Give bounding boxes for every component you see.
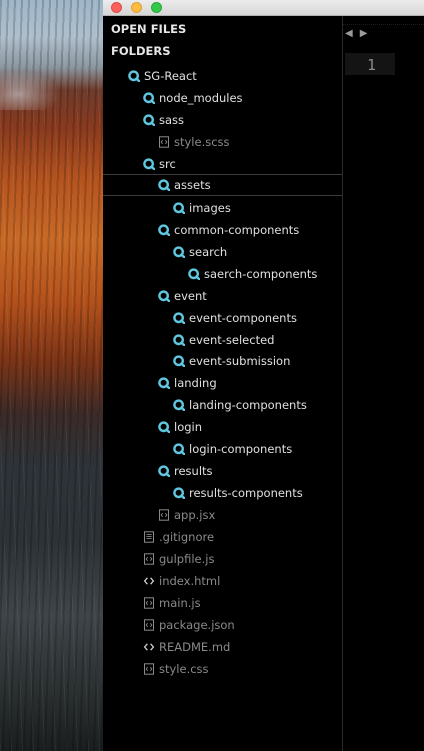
editor-pane[interactable]: ◀ ▶ 1 bbox=[343, 16, 424, 751]
folder-tree-item[interactable]: landing-components bbox=[103, 394, 342, 416]
folder-tree-item[interactable]: src bbox=[103, 153, 342, 175]
tree-item-label: results-components bbox=[189, 486, 303, 501]
tree-item-label: .gitignore bbox=[159, 530, 215, 545]
file-tree-item[interactable]: index.html bbox=[103, 570, 342, 592]
folder-tree-item[interactable]: common-components bbox=[103, 219, 342, 241]
file-tree-item[interactable]: app.jsx bbox=[103, 504, 342, 526]
line-number: 1 bbox=[367, 56, 377, 74]
file-tree-item[interactable]: style.scss bbox=[103, 131, 342, 153]
folder-tree-item[interactable]: sass bbox=[103, 109, 342, 131]
folder-icon bbox=[173, 246, 185, 258]
minimize-window-button[interactable] bbox=[131, 2, 142, 13]
tree-item-label: app.jsx bbox=[174, 508, 216, 523]
tree-item-label: main.js bbox=[159, 596, 201, 611]
previous-tab-arrow-icon[interactable]: ◀ bbox=[345, 28, 353, 39]
tree-item-label: event bbox=[174, 288, 207, 303]
tree-item-label: login-components bbox=[189, 442, 293, 457]
folder-icon bbox=[143, 158, 155, 170]
folder-tree-item[interactable]: results bbox=[103, 460, 342, 482]
tree-item-label: login bbox=[174, 420, 203, 435]
code-file-icon bbox=[158, 509, 170, 521]
folder-icon bbox=[128, 70, 140, 82]
tree-item-label: README.md bbox=[159, 639, 231, 654]
tree-item-label: SG-React bbox=[144, 69, 197, 83]
folder-tree-item[interactable]: login-components bbox=[103, 438, 342, 460]
folder-tree-item[interactable]: SG-React bbox=[103, 65, 342, 87]
tree-item-label: gulpfile.js bbox=[159, 552, 215, 567]
folder-icon bbox=[173, 355, 185, 368]
folder-tree-item[interactable]: saerch-components bbox=[103, 263, 342, 285]
folder-icon bbox=[143, 114, 155, 126]
file-tree-item[interactable]: .gitignore bbox=[103, 526, 342, 548]
code-file-icon bbox=[143, 553, 155, 565]
folder-icon bbox=[173, 202, 185, 214]
tree-item-label: style.scss bbox=[174, 134, 230, 149]
folder-icon bbox=[143, 92, 155, 104]
file-tree-item[interactable]: gulpfile.js bbox=[103, 548, 342, 570]
tree-item-label: common-components bbox=[174, 222, 300, 237]
tree-item-label: index.html bbox=[159, 574, 221, 589]
folder-tree-item[interactable]: event-selected bbox=[103, 329, 342, 351]
folder-icon bbox=[173, 399, 185, 412]
file-tree-item[interactable]: package.json bbox=[103, 614, 342, 636]
tree-item-label: node_modules bbox=[159, 90, 243, 105]
folder-tree-item[interactable]: search bbox=[103, 241, 342, 263]
folder-icon bbox=[173, 333, 185, 346]
window-titlebar[interactable] bbox=[103, 0, 424, 16]
desktop-wallpaper bbox=[0, 0, 103, 751]
text-file-icon bbox=[143, 531, 155, 543]
folder-icon bbox=[158, 289, 170, 302]
tree-item-label: event-components bbox=[189, 310, 297, 325]
folder-tree-item[interactable]: results-components bbox=[103, 482, 342, 504]
tree-item-label: search bbox=[189, 244, 228, 259]
folder-icon bbox=[188, 268, 200, 280]
open-files-header[interactable]: OPEN FILES bbox=[111, 22, 186, 36]
folder-tree-item[interactable]: event-submission bbox=[103, 350, 342, 372]
close-window-button[interactable] bbox=[111, 2, 122, 13]
next-tab-arrow-icon[interactable]: ▶ bbox=[360, 28, 368, 39]
folder-tree-item[interactable]: event bbox=[103, 285, 342, 307]
folder-tree-item[interactable]: login bbox=[103, 416, 342, 438]
angle-brackets-icon bbox=[143, 641, 155, 653]
sidebar: OPEN FILES FOLDERS SG-React node_moduless… bbox=[103, 16, 343, 751]
tree-item-label: images bbox=[189, 200, 231, 215]
file-tree-item[interactable]: README.md bbox=[103, 636, 342, 658]
folder-tree-item[interactable]: event-components bbox=[103, 307, 342, 329]
tree-item-label: event-submission bbox=[189, 354, 291, 369]
folder-icon bbox=[158, 179, 170, 191]
tree-item-label: landing bbox=[174, 376, 217, 391]
folder-icon bbox=[173, 311, 185, 324]
folder-tree-item[interactable]: assets bbox=[103, 173, 342, 196]
folder-icon bbox=[158, 224, 170, 236]
file-tree-item[interactable]: main.js bbox=[103, 592, 342, 614]
folder-tree-item[interactable]: landing bbox=[103, 372, 342, 394]
tree-item-label: sass bbox=[159, 112, 185, 127]
folders-header[interactable]: FOLDERS bbox=[111, 44, 171, 58]
folder-icon bbox=[158, 377, 170, 390]
folder-tree-item[interactable]: node_modules bbox=[103, 87, 342, 109]
code-file-icon bbox=[158, 136, 170, 148]
folder-icon bbox=[158, 465, 170, 478]
code-file-icon bbox=[143, 663, 155, 675]
code-file-icon bbox=[143, 597, 155, 609]
angle-brackets-icon bbox=[143, 575, 155, 587]
file-tree-item[interactable]: style.css bbox=[103, 658, 342, 680]
tree-item-label: style.css bbox=[159, 661, 209, 676]
tree-item-label: event-selected bbox=[189, 332, 275, 347]
tree-item-label: results bbox=[174, 464, 213, 479]
tree-item-label: landing-components bbox=[189, 398, 307, 413]
folder-icon bbox=[158, 421, 170, 434]
maximize-window-button[interactable] bbox=[151, 2, 162, 13]
tab-navigation: ◀ ▶ bbox=[345, 28, 374, 39]
folder-tree-item[interactable]: images bbox=[103, 197, 342, 219]
tree-item-label: package.json bbox=[159, 618, 235, 632]
tree-item-label: assets bbox=[174, 177, 211, 192]
code-file-icon bbox=[143, 619, 155, 631]
tree-item-label: src bbox=[159, 156, 176, 171]
editor-window: OPEN FILES FOLDERS SG-React node_moduless… bbox=[103, 0, 424, 751]
folder-icon bbox=[173, 443, 185, 456]
folder-icon bbox=[173, 487, 185, 500]
tab-strip bbox=[343, 16, 424, 25]
tree-item-label: saerch-components bbox=[204, 266, 318, 281]
